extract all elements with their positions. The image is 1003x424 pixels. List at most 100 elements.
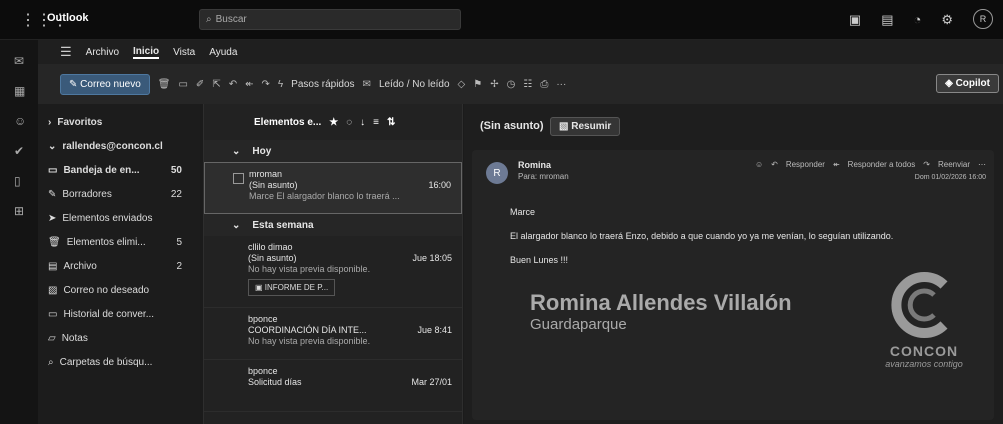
- flag-icon[interactable]: ⚑: [473, 79, 482, 90]
- group-today[interactable]: ⌄ Hoy: [204, 140, 462, 162]
- signature-title: Guardaparque: [530, 316, 627, 333]
- meet-icon[interactable]: ▣: [849, 12, 861, 29]
- summarize-button[interactable]: ▧ Resumir: [550, 117, 621, 136]
- todo-icon[interactable]: ✔: [14, 144, 24, 158]
- tag-icon[interactable]: ◇: [458, 79, 466, 90]
- star-icon[interactable]: ★: [329, 117, 338, 128]
- sync-icon[interactable]: ◌: [346, 117, 352, 128]
- sort-icon[interactable]: ⇅: [387, 117, 395, 128]
- list-item[interactable]: bponce COORDINACIÓN DÍA INTE... No hay v…: [204, 308, 462, 360]
- delete-icon[interactable]: 🗑︎: [158, 79, 171, 90]
- chevron-down-icon: ⌄: [232, 145, 241, 157]
- copilot-label: Copilot: [955, 78, 990, 89]
- mail-icon[interactable]: ✉: [14, 54, 24, 68]
- list-header: Elementos e... ★ ◌ ↓ ≡ ⇅: [204, 104, 462, 140]
- body-line: Buen Lunes !!!: [510, 255, 569, 265]
- read-unread-button[interactable]: Leído / No leído: [379, 79, 450, 90]
- quick-steps-button[interactable]: Pasos rápidos: [291, 79, 354, 90]
- attachment-chip[interactable]: ▣ INFORME DE P...: [248, 279, 336, 296]
- more-button[interactable]: ···: [556, 79, 566, 90]
- pin-icon[interactable]: ✢: [490, 79, 498, 90]
- copilot-button[interactable]: ◈ Copilot: [936, 74, 999, 93]
- account-label: rallendes@concon.cl: [62, 140, 163, 152]
- move-icon[interactable]: ⇱: [212, 79, 220, 90]
- calendar-icon[interactable]: ▤: [881, 12, 893, 29]
- folder-label: Correo no deseado: [63, 284, 150, 296]
- folder-notes[interactable]: ▱ Notas: [48, 326, 190, 350]
- body-line: El alargador blanco lo traerá Enzo, debi…: [510, 231, 894, 241]
- folder-sent[interactable]: ➤ Elementos enviados: [48, 206, 190, 230]
- sender-name[interactable]: Romina: [518, 160, 551, 170]
- list-item[interactable]: bponce Solicitud días Mar 27/01: [204, 360, 462, 412]
- people-icon[interactable]: ☺: [14, 114, 26, 128]
- bell-icon[interactable]: ◔: [913, 12, 921, 29]
- tab-vista[interactable]: Vista: [173, 47, 195, 58]
- logo-slogan: avanzamos contigo: [885, 359, 963, 369]
- account-header[interactable]: ⌄ rallendes@concon.cl: [48, 134, 190, 158]
- snooze-icon[interactable]: ◷: [507, 79, 516, 90]
- reply-all-icon[interactable]: ↞: [245, 79, 253, 90]
- folder-history[interactable]: ▭ Historial de conver...: [48, 302, 190, 326]
- jump-icon[interactable]: ↓: [360, 117, 365, 128]
- folder-label: Historial de conver...: [63, 308, 155, 320]
- print-icon[interactable]: ⎙: [540, 79, 548, 90]
- reply-button[interactable]: Responder: [786, 160, 825, 169]
- folder-search[interactable]: ⌕ Carpetas de búsqu...: [48, 350, 190, 374]
- list-title[interactable]: Elementos e...: [254, 117, 321, 128]
- new-mail-button[interactable]: ✎ Correo nuevo: [60, 73, 150, 95]
- top-bar: ⋮⋮⋮ Outlook ⌕ Buscar ▣ ▤ ◔ ⚙ R: [0, 0, 1003, 40]
- search-input[interactable]: ⌕ Buscar: [199, 9, 461, 30]
- notes-icon: ▱: [48, 332, 56, 344]
- ribbon: ✎ Correo nuevo 🗑︎ ▭ ✐ ⇱ ↶ ↞ ↷ ϟ Pasos rá…: [38, 64, 1003, 104]
- folder-label: Carpetas de búsqu...: [59, 356, 153, 368]
- folder-deleted[interactable]: 🗑︎ Elementos elimi... 5: [48, 230, 190, 254]
- calendar-rail-icon[interactable]: ▦: [14, 84, 25, 98]
- reply-icon: ↶: [771, 160, 778, 169]
- list-item[interactable]: mroman (Sin asunto) Marce El alargador b…: [204, 162, 462, 214]
- tab-ayuda[interactable]: Ayuda: [209, 47, 237, 58]
- hamburger-icon[interactable]: ☰: [60, 44, 72, 60]
- archive-ribbon-icon[interactable]: ▭: [178, 79, 187, 90]
- msg-from: mroman: [249, 169, 283, 179]
- attachment-name: INFORME DE P...: [264, 283, 329, 292]
- msg-from: cllilo dimao: [248, 242, 293, 252]
- reply-all-button[interactable]: Responder a todos: [848, 160, 916, 169]
- folder-inbox[interactable]: ▭ Bandeja de en... 50: [48, 158, 190, 182]
- apps-icon[interactable]: ⊞: [14, 204, 24, 218]
- list-item[interactable]: cllilo dimao (Sin asunto) No hay vista p…: [204, 236, 462, 308]
- folder-label: Archivo: [63, 260, 97, 272]
- folder-archive[interactable]: ▤ Archivo 2: [48, 254, 190, 278]
- forward-button[interactable]: Reenviar: [938, 160, 970, 169]
- message-subject: (Sin asunto): [480, 120, 544, 132]
- msg-time: Jue 8:41: [417, 325, 452, 335]
- gear-icon[interactable]: ⚙: [941, 12, 953, 29]
- favorites-header[interactable]: › Favoritos: [48, 110, 190, 134]
- trash-icon: 🗑︎: [48, 236, 61, 248]
- tab-archivo[interactable]: Archivo: [86, 47, 119, 58]
- notes-rail-icon[interactable]: ▯: [14, 174, 21, 188]
- message-actions: ☺ ↶ Responder ↞ Responder a todos ↷ Reenvia…: [755, 160, 986, 169]
- folder-label: Elementos enviados: [62, 212, 153, 224]
- filter-icon[interactable]: ≡: [373, 117, 379, 128]
- tab-inicio[interactable]: Inicio: [133, 46, 160, 59]
- undo-icon[interactable]: ↶: [229, 79, 237, 90]
- folder-junk[interactable]: ▨ Correo no deseado: [48, 278, 190, 302]
- msg-time: 16:00: [428, 180, 451, 190]
- new-mail-label: Correo nuevo: [80, 78, 141, 90]
- more-icon[interactable]: ⋯: [978, 160, 986, 169]
- group-this-week[interactable]: ⌄ Esta semana: [204, 214, 462, 236]
- concon-logo: CONCON avanzamos contigo: [874, 270, 974, 390]
- forward-icon[interactable]: ↷: [261, 79, 269, 90]
- menu-bar: ☰ Archivo Inicio Vista Ayuda: [38, 40, 1003, 64]
- msg-time: Jue 18:05: [412, 253, 452, 263]
- msg-from: bponce: [248, 366, 278, 376]
- app-name[interactable]: Outlook: [47, 12, 89, 24]
- select-checkbox[interactable]: [233, 173, 244, 184]
- sender-avatar: R: [486, 162, 508, 184]
- emoji-icon[interactable]: ☺: [755, 160, 763, 169]
- message-body: Marce El alargador blanco lo traerá Enzo…: [510, 206, 980, 278]
- avatar[interactable]: R: [973, 9, 993, 29]
- sweep-icon[interactable]: ✐: [196, 79, 204, 90]
- rules-icon[interactable]: ☷: [523, 79, 532, 90]
- folder-drafts[interactable]: ✎ Borradores 22: [48, 182, 190, 206]
